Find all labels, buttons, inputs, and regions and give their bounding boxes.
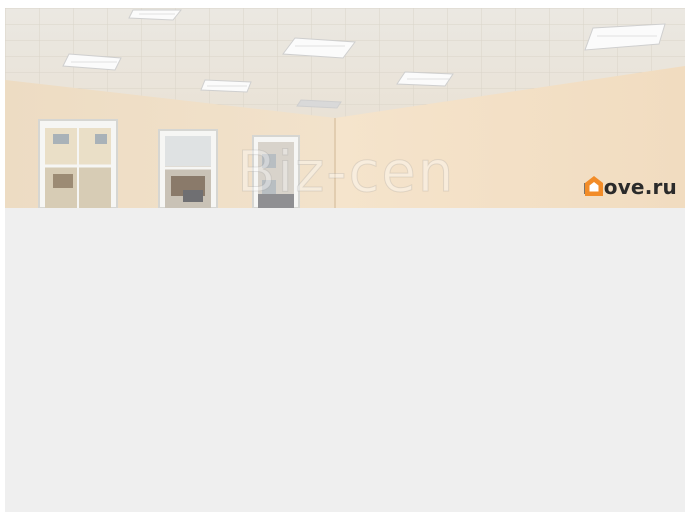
house-icon [584, 176, 603, 196]
brand-logo[interactable]: move.ru [583, 174, 677, 200]
content-placeholder [5, 208, 685, 512]
office-room-photo[interactable]: Biz-cen move.ru [5, 8, 685, 208]
listing-photo-card: Biz-cen move.ru [5, 8, 685, 512]
